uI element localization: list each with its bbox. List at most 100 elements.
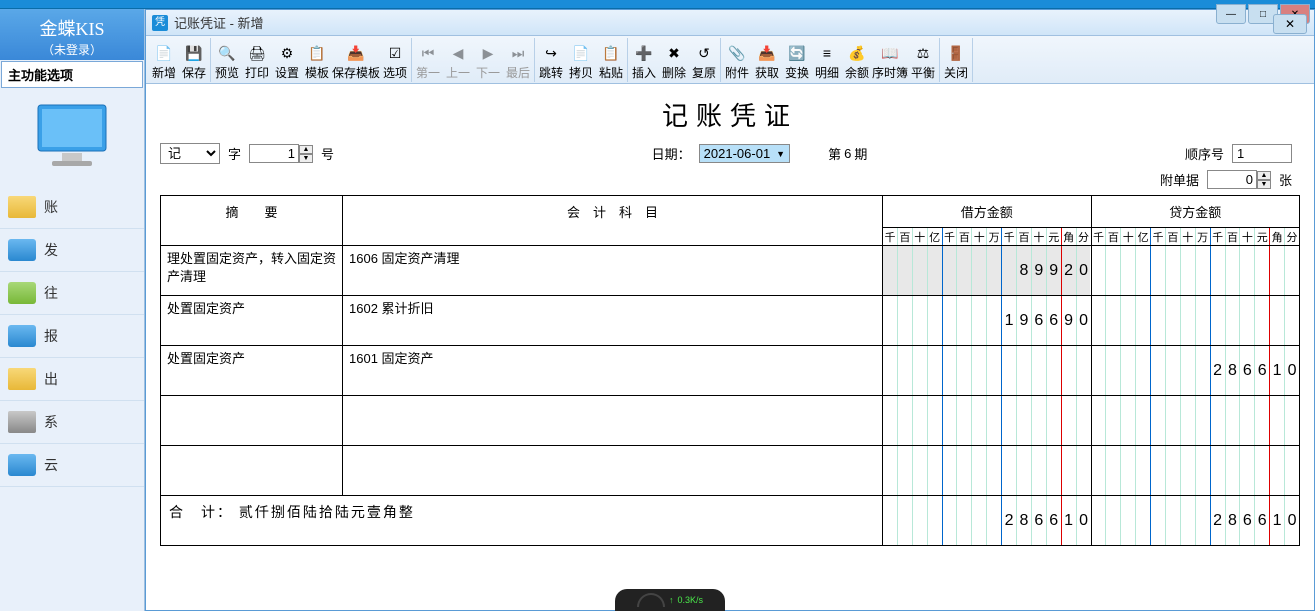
toolbar-icon: ⚙ <box>277 43 297 63</box>
toolbar-icon: 📋 <box>601 43 621 63</box>
table-row[interactable]: 处置固定资产1601 固定资产 286610 <box>161 346 1300 396</box>
main-function-tab[interactable]: 主功能选项 <box>1 61 143 88</box>
toolbar-删除[interactable]: ✖删除 <box>659 38 689 82</box>
debit-digit-header: 千百十亿千百十万千百十元角分 <box>883 228 1091 245</box>
toolbar-label: 粘贴 <box>599 64 623 81</box>
credit-digit-header: 千百十亿千百十万千百十元角分 <box>1092 228 1300 245</box>
toolbar-icon: ☑ <box>385 43 405 63</box>
sidebar-item-3[interactable]: 报 <box>0 315 144 358</box>
toolbar-关闭[interactable]: 🚪关闭 <box>941 38 971 82</box>
col-credit-header: 贷方金额 <box>1091 196 1300 228</box>
toolbar-变换[interactable]: 🔄变换 <box>782 38 812 82</box>
account-cell[interactable] <box>343 446 883 496</box>
table-row[interactable] <box>161 446 1300 496</box>
toolbar-新增[interactable]: 📄新增 <box>149 38 179 82</box>
toolbar-保存模板[interactable]: 📥保存模板 <box>332 38 380 82</box>
toolbar-icon: ▶ <box>478 43 498 63</box>
toolbar-label: 选项 <box>383 64 407 81</box>
number-spinner[interactable]: ▲▼ <box>299 145 313 163</box>
sidebar-item-2[interactable]: 往 <box>0 272 144 315</box>
voucher-number-input[interactable] <box>249 144 299 163</box>
debit-cell[interactable] <box>883 346 1092 396</box>
toolbar-label: 预览 <box>215 64 239 81</box>
toolbar-icon: ➕ <box>634 43 654 63</box>
toolbar-label: 附件 <box>725 64 749 81</box>
toolbar-icon: ↺ <box>694 43 714 63</box>
sidebar-item-0[interactable]: 账 <box>0 186 144 229</box>
toolbar-icon: 📎 <box>727 43 747 63</box>
toolbar-保存[interactable]: 💾保存 <box>179 38 209 82</box>
table-row[interactable]: 理处置固定资产，转入固定资产清理1606 固定资产清理89920 <box>161 246 1300 296</box>
sidebar-label: 报 <box>44 326 58 346</box>
gauge-icon <box>637 593 665 607</box>
number-suffix: 号 <box>321 144 334 163</box>
toolbar-余额[interactable]: 💰余额 <box>842 38 872 82</box>
toolbar-附件[interactable]: 📎附件 <box>722 38 752 82</box>
toolbar-预览[interactable]: 🔍预览 <box>212 38 242 82</box>
toolbar-icon: ⏮ <box>418 43 438 63</box>
toolbar-icon: 📥 <box>346 43 366 63</box>
toolbar: 📄新增💾保存🔍预览🖨打印⚙设置📋模板📥保存模板☑选项⏮第一◀上一▶下一⏭最后↪跳… <box>146 36 1314 84</box>
voucher-header-row: 记 字 ▲▼ 号 日期： 2021-06-01 ▼ 第 6 期 顺序号 1 <box>160 143 1300 164</box>
upload-speed: 0.3K/s <box>677 595 703 605</box>
summary-cell[interactable]: 处置固定资产 <box>161 346 343 396</box>
toolbar-模板[interactable]: 📋模板 <box>302 38 332 82</box>
type-suffix: 字 <box>228 144 241 163</box>
window-titlebar: 凭 记账凭证 - 新增 — □ ✕ <box>146 10 1314 36</box>
toolbar-设置[interactable]: ⚙设置 <box>272 38 302 82</box>
attach-input[interactable] <box>1207 170 1257 189</box>
credit-cell[interactable] <box>1091 246 1300 296</box>
voucher-type-select[interactable]: 记 <box>160 143 220 164</box>
sidebar-icon <box>8 368 36 390</box>
account-cell[interactable]: 1606 固定资产清理 <box>343 246 883 296</box>
table-row[interactable]: 处置固定资产1602 累计折旧196690 <box>161 296 1300 346</box>
toolbar-复原[interactable]: ↺复原 <box>689 38 719 82</box>
toolbar-平衡[interactable]: ⚖平衡 <box>908 38 938 82</box>
credit-cell[interactable] <box>1091 296 1300 346</box>
credit-cell[interactable]: 286610 <box>1091 346 1300 396</box>
account-cell[interactable]: 1601 固定资产 <box>343 346 883 396</box>
toolbar-跳转[interactable]: ↪跳转 <box>536 38 566 82</box>
debit-cell[interactable] <box>883 446 1092 496</box>
debit-cell[interactable] <box>883 396 1092 446</box>
minimize-button[interactable]: — <box>1216 4 1246 24</box>
toolbar-icon: ⏭ <box>508 43 528 63</box>
sidebar-item-4[interactable]: 出 <box>0 358 144 401</box>
toolbar-粘贴[interactable]: 📋粘贴 <box>596 38 626 82</box>
sidebar-item-5[interactable]: 系 <box>0 401 144 444</box>
toolbar-拷贝[interactable]: 📄拷贝 <box>566 38 596 82</box>
toolbar-获取[interactable]: 📥获取 <box>752 38 782 82</box>
table-row[interactable] <box>161 396 1300 446</box>
credit-cell[interactable] <box>1091 396 1300 446</box>
toolbar-label: 下一 <box>476 64 500 81</box>
outer-close-button[interactable]: ✕ <box>1273 14 1307 34</box>
summary-cell[interactable]: 理处置固定资产，转入固定资产清理 <box>161 246 343 296</box>
debit-cell[interactable]: 196690 <box>883 296 1092 346</box>
summary-cell[interactable] <box>161 446 343 496</box>
toolbar-明细[interactable]: ≡明细 <box>812 38 842 82</box>
sidebar-item-1[interactable]: 发 <box>0 229 144 272</box>
toolbar-label: 保存 <box>182 64 206 81</box>
voucher-table: 摘 要 会 计 科 目 借方金额 贷方金额 千百十亿千百十万千百十元角分 千百十… <box>160 195 1300 546</box>
summary-cell[interactable] <box>161 396 343 446</box>
sidebar-label: 往 <box>44 283 58 303</box>
date-picker[interactable]: 2021-06-01 ▼ <box>699 144 790 163</box>
toolbar-选项[interactable]: ☑选项 <box>380 38 410 82</box>
toolbar-打印[interactable]: 🖨打印 <box>242 38 272 82</box>
toolbar-下一: ▶下一 <box>473 38 503 82</box>
toolbar-序时簿[interactable]: 📖序时簿 <box>872 38 908 82</box>
debit-cell[interactable]: 89920 <box>883 246 1092 296</box>
account-cell[interactable]: 1602 累计折旧 <box>343 296 883 346</box>
toolbar-label: 序时簿 <box>872 64 908 81</box>
sidebar-label: 云 <box>44 455 58 475</box>
summary-cell[interactable]: 处置固定资产 <box>161 296 343 346</box>
credit-cell[interactable] <box>1091 446 1300 496</box>
toolbar-label: 关闭 <box>944 64 968 81</box>
col-debit-header: 借方金额 <box>883 196 1092 228</box>
sidebar-icon <box>8 282 36 304</box>
attach-spinner[interactable]: ▲▼ <box>1257 171 1271 189</box>
toolbar-插入[interactable]: ➕插入 <box>629 38 659 82</box>
sidebar-item-6[interactable]: 云 <box>0 444 144 487</box>
account-cell[interactable] <box>343 396 883 446</box>
voucher-content: 记账凭证 记 字 ▲▼ 号 日期： 2021-06-01 ▼ 第 6 <box>146 84 1314 610</box>
